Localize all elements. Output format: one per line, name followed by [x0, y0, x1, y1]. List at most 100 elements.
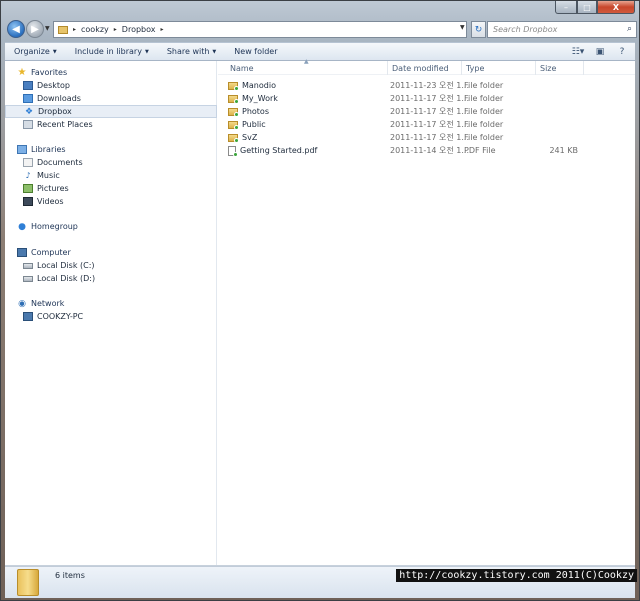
music-icon: ♪	[25, 171, 31, 180]
file-type: File folder	[464, 120, 504, 129]
local-disk-c-label: Local Disk (C:)	[37, 261, 95, 270]
file-date: 2011-11-17 오전 1...	[390, 107, 470, 116]
breadcrumb-dropbox[interactable]: Dropbox	[122, 25, 156, 34]
address-dropdown[interactable]: ▼	[460, 24, 465, 31]
file-size: 241 KB	[549, 146, 578, 155]
view-options-icon[interactable]: ☷▾	[571, 45, 585, 58]
close-button[interactable]: X	[597, 1, 635, 14]
sidebar-item-dropbox[interactable]: ❖ Dropbox	[5, 105, 217, 118]
file-name-cell: SvZ	[228, 131, 257, 144]
file-type: PDF File	[464, 146, 496, 155]
sidebar-item-pictures[interactable]: Pictures	[5, 182, 217, 195]
column-size[interactable]: Size	[536, 61, 584, 75]
maximize-button[interactable]: □	[577, 1, 597, 14]
computer-icon	[23, 312, 33, 321]
folder-icon	[228, 81, 239, 91]
back-button[interactable]: ◀	[7, 20, 25, 38]
search-input[interactable]: Search Dropbox ⌕	[487, 21, 637, 38]
chevron-down-icon: ▼	[144, 48, 149, 55]
network-label: Network	[31, 299, 65, 308]
music-label: Music	[37, 171, 60, 180]
sidebar-item-homegroup[interactable]: ● Homegroup	[5, 220, 217, 233]
folder-icon	[228, 107, 239, 117]
new-folder-button[interactable]: New folder	[225, 47, 286, 56]
file-name-cell: Getting Started.pdf	[228, 144, 317, 157]
preview-pane-icon[interactable]: ▣	[593, 45, 607, 58]
share-with-label: Share with	[166, 47, 210, 56]
recent-pages-dropdown[interactable]: ▼	[45, 25, 50, 32]
sync-ok-icon	[234, 85, 239, 91]
file-size	[538, 105, 578, 118]
file-type: File folder	[464, 107, 504, 116]
caption-buttons: – □ X	[555, 1, 635, 14]
column-date-modified[interactable]: Date modified	[388, 61, 462, 75]
sidebar-item-network[interactable]: ◉ Network	[5, 297, 217, 310]
file-type: File folder	[464, 94, 504, 103]
breadcrumb-separator[interactable]: ▸	[161, 26, 164, 33]
column-type[interactable]: Type	[462, 61, 536, 75]
downloads-icon	[23, 94, 33, 103]
minimize-button[interactable]: –	[555, 1, 577, 14]
dropbox-label: Dropbox	[38, 107, 72, 116]
column-type-label: Type	[466, 63, 485, 73]
file-row[interactable]: Photos 2011-11-17 오전 1... File folder	[218, 105, 635, 118]
organize-menu[interactable]: Organize ▼	[5, 47, 66, 56]
file-row[interactable]: Getting Started.pdf 2011-11-14 오전 1... P…	[218, 144, 635, 157]
file-name: SvZ	[242, 133, 258, 142]
organize-label: Organize	[14, 47, 50, 56]
include-in-library-label: Include in library	[74, 47, 142, 56]
share-with-menu[interactable]: Share with ▼	[158, 47, 225, 56]
videos-icon	[23, 197, 33, 206]
sidebar-item-local-disk-d[interactable]: Local Disk (D:)	[5, 272, 217, 285]
homegroup-icon: ●	[18, 221, 26, 232]
breadcrumb-separator[interactable]: ▸	[114, 26, 117, 33]
file-date: 2011-11-17 오전 1...	[390, 120, 470, 129]
sync-ok-icon	[234, 111, 239, 117]
file-row[interactable]: SvZ 2011-11-17 오전 1... File folder	[218, 131, 635, 144]
search-icon[interactable]: ⌕	[627, 24, 632, 34]
refresh-button[interactable]: ↻	[471, 21, 486, 38]
folder-icon	[228, 120, 239, 130]
chevron-down-icon: ▼	[52, 48, 57, 55]
downloads-label: Downloads	[37, 94, 81, 103]
network-icon: ◉	[18, 298, 26, 309]
file-row[interactable]: Manodio 2011-11-23 오전 1... File folder	[218, 79, 635, 92]
main-area: ★ Favorites Desktop Downloads ❖ Dropbox Re…	[5, 58, 635, 566]
include-in-library-menu[interactable]: Include in library ▼	[66, 47, 158, 56]
pictures-icon	[23, 184, 33, 193]
sidebar-item-libraries[interactable]: Libraries	[5, 143, 217, 156]
sidebar-item-cookzy-pc[interactable]: COOKZY-PC	[5, 310, 217, 323]
file-row[interactable]: Public 2011-11-17 오전 1... File folder	[218, 118, 635, 131]
breadcrumb-separator[interactable]: ▸	[73, 26, 76, 33]
search-placeholder: Search Dropbox	[493, 25, 558, 34]
sidebar-item-documents[interactable]: Documents	[5, 156, 217, 169]
file-name-cell: My_Work	[228, 92, 278, 105]
sidebar-item-favorites[interactable]: ★ Favorites	[5, 66, 217, 79]
file-date: 2011-11-17 오전 1...	[390, 133, 470, 142]
forward-button[interactable]: ▶	[26, 20, 44, 38]
navigation-pane: ★ Favorites Desktop Downloads ❖ Dropbox Re…	[5, 61, 217, 565]
view-controls: ☷▾ ▣ ?	[571, 45, 629, 58]
file-row[interactable]: My_Work 2011-11-17 오전 1... File folder	[218, 92, 635, 105]
sidebar-item-recent-places[interactable]: Recent Places	[5, 118, 217, 131]
help-icon[interactable]: ?	[615, 45, 629, 58]
favorites-group: ★ Favorites Desktop Downloads ❖ Dropbox Re…	[5, 66, 217, 131]
file-size	[538, 131, 578, 144]
pictures-label: Pictures	[37, 184, 69, 193]
column-size-label: Size	[540, 63, 557, 73]
sidebar-item-downloads[interactable]: Downloads	[5, 92, 217, 105]
sidebar-item-computer[interactable]: Computer	[5, 246, 217, 259]
sidebar-item-videos[interactable]: Videos	[5, 195, 217, 208]
file-name: Public	[242, 120, 266, 129]
column-name[interactable]: Name	[226, 61, 388, 75]
file-date: 2011-11-17 오전 1...	[390, 94, 470, 103]
breadcrumb-cookzy[interactable]: cookzy	[81, 25, 109, 34]
sidebar-item-desktop[interactable]: Desktop	[5, 79, 217, 92]
file-name: My_Work	[242, 94, 278, 103]
documents-icon	[23, 158, 33, 167]
sidebar-item-music[interactable]: ♪ Music	[5, 169, 217, 182]
address-row: ◀ ▶ ▼ ▸ cookzy ▸ Dropbox ▸ ▼ ↻ Search Dr…	[5, 18, 637, 42]
address-bar[interactable]: ▸ cookzy ▸ Dropbox ▸	[53, 21, 467, 38]
file-size	[538, 79, 578, 92]
sidebar-item-local-disk-c[interactable]: Local Disk (C:)	[5, 259, 217, 272]
